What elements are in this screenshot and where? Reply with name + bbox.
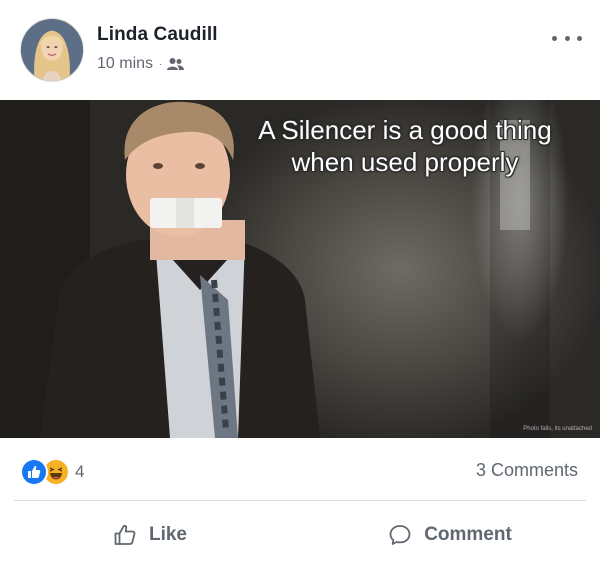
caption-line-1: A Silencer is a good thing — [258, 115, 552, 145]
comment-button[interactable]: Comment — [300, 501, 600, 569]
reaction-summary[interactable]: 4 — [20, 458, 84, 486]
reactions-bar: 4 3 Comments — [0, 438, 600, 500]
comments-count-link[interactable]: 3 Comments — [476, 460, 578, 481]
meta-separator: · — [159, 58, 163, 70]
comment-bubble-icon — [388, 523, 412, 547]
post-timestamp[interactable]: 10 mins — [97, 55, 153, 73]
author-avatar[interactable] — [20, 18, 84, 82]
avatar-image — [21, 19, 83, 81]
like-button[interactable]: Like — [0, 501, 300, 569]
photo-watermark: Photo falls, its unattached — [523, 426, 592, 432]
facebook-post-card: Linda Caudill 10 mins · A Silencer is a … — [0, 0, 600, 569]
more-dot — [564, 35, 570, 41]
author-name[interactable]: Linda Caudill — [97, 24, 218, 46]
friends-icon[interactable] — [167, 57, 185, 71]
post-meta: 10 mins · — [97, 55, 185, 73]
more-dot — [552, 35, 557, 41]
more-options-icon[interactable] — [552, 28, 582, 48]
reaction-count: 4 — [75, 462, 85, 481]
more-dot — [577, 35, 582, 41]
meme-caption: A Silencer is a good thing when used pro… — [220, 114, 590, 178]
post-header: Linda Caudill 10 mins · — [0, 0, 600, 100]
post-photo[interactable]: A Silencer is a good thing when used pro… — [0, 100, 600, 438]
thumbs-up-icon — [113, 523, 137, 547]
post-actions: Like Comment — [0, 501, 600, 569]
like-button-label: Like — [148, 524, 188, 545]
comment-button-label: Comment — [424, 524, 512, 545]
like-reaction-icon — [20, 458, 48, 486]
caption-line-2: when used properly — [291, 147, 519, 177]
